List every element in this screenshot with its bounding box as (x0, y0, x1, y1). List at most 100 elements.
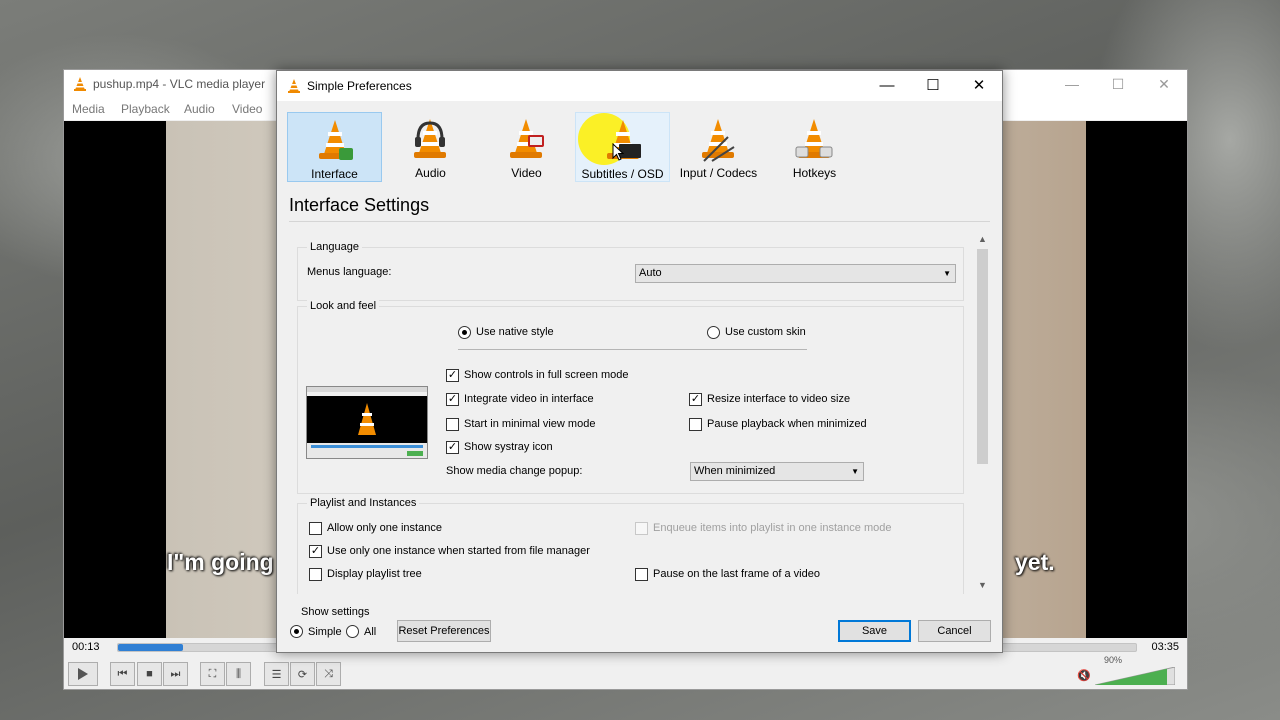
shuffle-icon: ⤨ (324, 667, 333, 680)
check-mark: ✓ (690, 393, 701, 405)
menu-playback[interactable]: Playback (121, 102, 170, 116)
minimal-view-checkbox[interactable] (446, 418, 459, 431)
all-label: All (364, 626, 377, 638)
scroll-down-icon[interactable]: ▼ (974, 577, 991, 594)
one-instance-file-manager-label: Use only one instance when started from … (327, 545, 590, 557)
vlc-cone-icon (288, 79, 300, 93)
cancel-button[interactable]: Cancel (918, 620, 991, 642)
time-elapsed: 00:13 (72, 641, 100, 653)
save-button[interactable]: Save (838, 620, 911, 642)
volume-percent: 90% (1104, 655, 1123, 665)
divider (289, 221, 990, 222)
check-mark: ✓ (447, 393, 458, 405)
all-radio[interactable] (346, 625, 359, 638)
equalizer-icon: ⫼ (235, 667, 242, 680)
custom-skin-radio[interactable] (707, 326, 720, 339)
preferences-titlebar: Simple Preferences — ☐ ✕ (277, 71, 1002, 101)
close-icon: ✕ (972, 77, 986, 94)
full-screen-controls-checkbox[interactable]: ✓ (446, 369, 459, 382)
audio-icon (414, 119, 446, 158)
interface-icon (319, 120, 353, 160)
settings-scroll-area[interactable]: Language Menus language: Auto ▼ Look and… (294, 231, 994, 594)
video-icon (510, 119, 544, 158)
loop-button[interactable]: ⟳ (290, 662, 315, 686)
systray-checkbox[interactable]: ✓ (446, 441, 459, 454)
settings-heading: Interface Settings (289, 195, 430, 215)
group-title: Look and feel (307, 300, 380, 312)
enqueue-items-label: Enqueue items into playlist in one insta… (653, 522, 892, 534)
vlc-maximize-button[interactable]: ☐ (1095, 70, 1141, 99)
pause-minimized-checkbox[interactable] (689, 418, 702, 431)
time-total: 03:35 (1151, 641, 1179, 653)
pause-last-frame-label: Pause on the last frame of a video (653, 568, 820, 580)
one-instance-label: Allow only one instance (327, 522, 442, 534)
volume-slider[interactable] (1094, 666, 1176, 686)
category-label: Hotkeys (792, 166, 837, 180)
menus-language-select[interactable]: Auto ▼ (635, 264, 956, 283)
category-interface[interactable]: Interface (287, 112, 382, 182)
playlist-icon: ☰ (271, 668, 282, 681)
maximize-button[interactable]: ☐ (910, 71, 956, 101)
select-value: When minimized (694, 465, 776, 477)
category-subtitles-osd[interactable]: Subtitles / OSD (575, 112, 670, 182)
one-instance-checkbox[interactable] (309, 522, 322, 535)
play-button[interactable] (68, 662, 98, 686)
previous-button[interactable]: ⏮ (110, 662, 135, 686)
fullscreen-icon: ⛶ (208, 667, 217, 680)
vlc-window-title: pushup.mp4 - VLC media player (93, 77, 266, 91)
playlist-button[interactable]: ☰ (264, 662, 289, 686)
close-button[interactable]: ✕ (956, 71, 1002, 101)
mute-icon[interactable]: 🔇 (1077, 669, 1093, 683)
reset-preferences-button[interactable]: Reset Preferences (397, 620, 491, 642)
subtitle-text-right: yet. (1015, 549, 1055, 575)
vlc-close-button[interactable]: ✕ (1141, 70, 1187, 99)
playback-controls: ⏮ ■ ⏭ ⛶ ⫼ ☰ ⟳ ⤨ 🔇 90% (64, 655, 1187, 690)
scrollbar-thumb[interactable] (977, 249, 988, 464)
loop-icon: ⟳ (297, 668, 308, 681)
chevron-down-icon: ▼ (943, 269, 951, 278)
mouse-cursor-icon (612, 143, 624, 161)
menu-audio[interactable]: Audio (184, 102, 215, 116)
minimal-view-label: Start in minimal view mode (464, 418, 596, 430)
fullscreen-button[interactable]: ⛶ (200, 662, 225, 686)
select-value: Auto (639, 267, 662, 279)
preferences-title: Simple Preferences (307, 79, 412, 93)
dialog-footer: Show settings Simple All Reset Preferenc… (277, 601, 1002, 653)
playlist-tree-checkbox[interactable] (309, 568, 322, 581)
simple-radio[interactable] (290, 625, 303, 638)
category-audio[interactable]: Audio (383, 112, 478, 182)
vertical-scrollbar[interactable]: ▲ ▼ (974, 231, 991, 594)
category-hotkeys[interactable]: Hotkeys (767, 112, 862, 182)
next-icon: ⏭ (170, 667, 181, 680)
stop-button[interactable]: ■ (137, 662, 162, 686)
pause-last-frame-checkbox[interactable] (635, 568, 648, 581)
vlc-minimize-button[interactable]: — (1049, 70, 1095, 99)
systray-label: Show systray icon (464, 441, 553, 453)
previous-icon: ⏮ (117, 667, 128, 680)
extended-settings-button[interactable]: ⫼ (226, 662, 251, 686)
next-button[interactable]: ⏭ (163, 662, 188, 686)
menu-video[interactable]: Video (232, 102, 262, 116)
minimize-icon: — (879, 77, 895, 94)
integrate-video-checkbox[interactable]: ✓ (446, 393, 459, 406)
random-button[interactable]: ⤨ (316, 662, 341, 686)
chevron-down-icon: ▼ (851, 467, 859, 476)
native-style-radio[interactable] (458, 326, 471, 339)
subtitle-text-left: I"m going (167, 549, 274, 575)
minimize-button[interactable]: — (864, 71, 910, 101)
category-input-codecs[interactable]: Input / Codecs (671, 112, 766, 182)
popup-label: Show media change popup: (446, 465, 583, 477)
custom-skin-label: Use custom skin (725, 326, 806, 338)
divider (458, 349, 807, 350)
resize-interface-checkbox[interactable]: ✓ (689, 393, 702, 406)
media-change-popup-select[interactable]: When minimized ▼ (690, 462, 864, 481)
simple-label: Simple (308, 626, 342, 638)
one-instance-file-manager-checkbox[interactable]: ✓ (309, 545, 322, 558)
native-style-label: Use native style (476, 326, 554, 338)
interface-preview-image (306, 386, 428, 459)
scroll-up-icon[interactable]: ▲ (974, 231, 991, 248)
category-label: Video (511, 166, 542, 180)
category-video[interactable]: Video (479, 112, 574, 182)
vlc-cone-icon (74, 77, 86, 91)
menu-media[interactable]: Media (72, 102, 105, 116)
